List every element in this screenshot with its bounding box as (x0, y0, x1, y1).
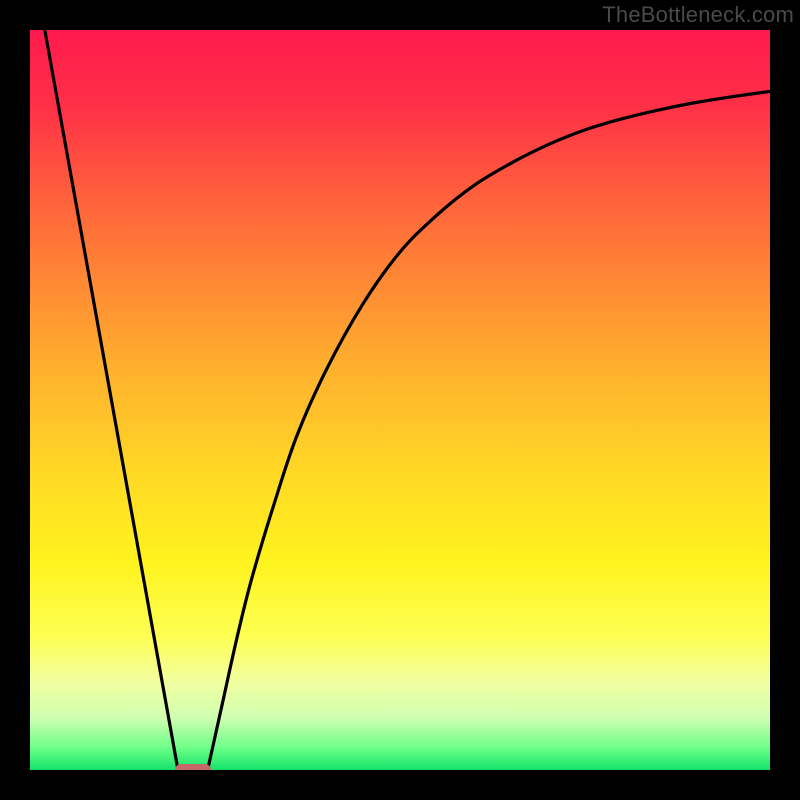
chart-frame: TheBottleneck.com (0, 0, 800, 800)
curve-left-branch (45, 30, 178, 770)
watermark-text: TheBottleneck.com (602, 2, 794, 28)
curve-right-branch (208, 91, 770, 770)
curve-layer (30, 30, 770, 770)
bottleneck-marker (175, 764, 211, 770)
plot-area (30, 30, 770, 770)
